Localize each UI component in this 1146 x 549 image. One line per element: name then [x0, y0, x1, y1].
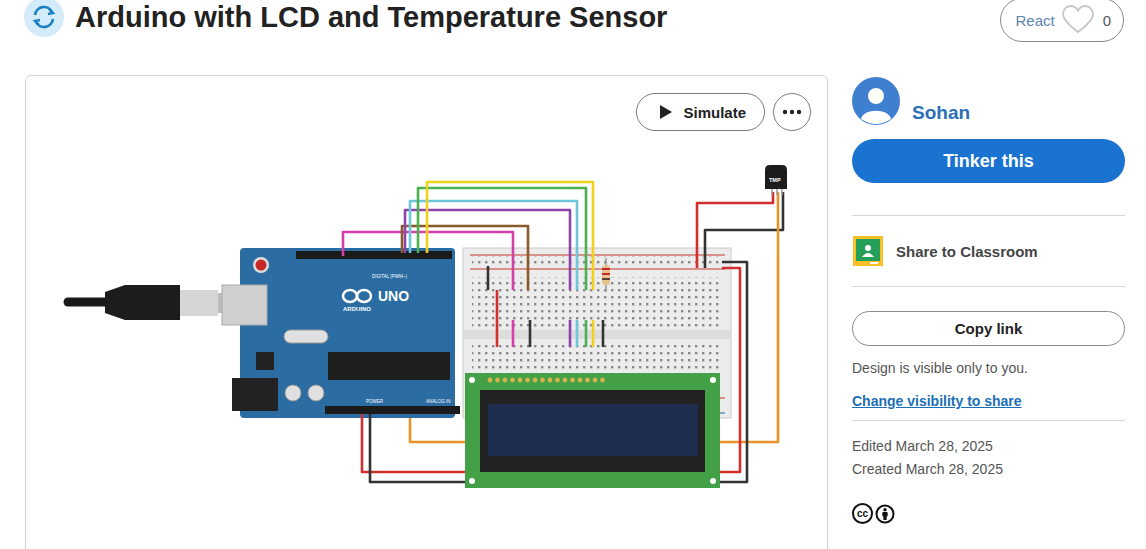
- sensor-label: TMP: [769, 177, 781, 183]
- heart-icon: [1061, 5, 1095, 35]
- simulate-label: Simulate: [683, 104, 746, 121]
- share-classroom[interactable]: Share to Classroom: [852, 216, 1125, 286]
- wire[interactable]: [585, 320, 588, 347]
- digital-label: DIGITAL (PWM~): [372, 274, 407, 279]
- license[interactable]: cc: [852, 503, 1125, 524]
- arduino-logo-icon: [343, 290, 371, 302]
- power-label: POWER: [366, 399, 384, 404]
- resistor[interactable]: [602, 258, 610, 292]
- circuit-canvas[interactable]: UNO ARDUINO DIGITAL (PWM~) POWER ANALOG IN TM…: [25, 75, 828, 549]
- wire[interactable]: [370, 262, 747, 482]
- temperature-sensor[interactable]: TMP: [765, 165, 787, 195]
- title-area: Arduino with LCD and Temperature Sensor: [24, 0, 667, 37]
- wire[interactable]: [405, 210, 570, 290]
- wire[interactable]: [576, 320, 579, 347]
- wire[interactable]: [720, 192, 778, 442]
- wire[interactable]: [705, 192, 783, 268]
- circuit-card: UNO ARDUINO DIGITAL (PWM~) POWER ANALOG IN TM…: [25, 75, 828, 549]
- wire[interactable]: [410, 201, 577, 290]
- visibility-link[interactable]: Change visibility to share: [852, 392, 1125, 410]
- author-name[interactable]: Sohan: [912, 102, 970, 124]
- remix-icon: [24, 0, 64, 37]
- project-page: Arduino with LCD and Temperature Sensor R…: [0, 0, 1146, 549]
- wire[interactable]: [592, 320, 595, 347]
- edited-date: Edited March 28, 2025: [852, 437, 1125, 455]
- tinker-button[interactable]: Tinker this: [852, 139, 1125, 183]
- sidebar: Sohan Tinker this Share to Classroom Copy l…: [852, 75, 1125, 524]
- divider: [852, 420, 1125, 421]
- more-dots-icon: [782, 109, 802, 115]
- canvas-toolbar: Simulate: [26, 76, 827, 131]
- arduino-board[interactable]: UNO ARDUINO DIGITAL (PWM~) POWER ANALOG IN: [222, 248, 460, 418]
- lcd-display[interactable]: [465, 373, 720, 488]
- wire[interactable]: [602, 320, 605, 347]
- divider: [852, 286, 1125, 287]
- wire[interactable]: [410, 418, 465, 442]
- react-label: React: [1015, 12, 1054, 29]
- wire[interactable]: [487, 266, 490, 290]
- share-label: Share to Classroom: [896, 243, 1038, 260]
- wire[interactable]: [427, 182, 593, 290]
- wire[interactable]: [569, 320, 572, 347]
- attribution-icon: [875, 504, 895, 524]
- wire[interactable]: [418, 188, 586, 290]
- divider: [852, 215, 1125, 216]
- react-button[interactable]: React 0: [1000, 0, 1124, 42]
- wire[interactable]: [496, 290, 499, 347]
- page-header: Arduino with LCD and Temperature Sensor R…: [0, 0, 1146, 75]
- cc-icon: cc: [852, 503, 873, 524]
- created-date: Created March 28, 2025: [852, 460, 1125, 478]
- copy-link-button[interactable]: Copy link: [852, 311, 1125, 346]
- wire[interactable]: [402, 226, 528, 290]
- classroom-icon: [852, 235, 884, 267]
- usb-cable: [68, 285, 244, 320]
- project-title: Arduino with LCD and Temperature Sensor: [75, 0, 667, 35]
- avatar-icon: [852, 77, 900, 125]
- wire[interactable]: [512, 320, 515, 347]
- author-row[interactable]: Sohan: [852, 77, 1125, 125]
- analog-label: ANALOG IN: [426, 399, 451, 404]
- react-count: 0: [1103, 12, 1111, 29]
- wire[interactable]: [362, 268, 740, 472]
- simulate-button[interactable]: Simulate: [636, 93, 765, 131]
- play-icon: [659, 104, 673, 120]
- board-model: UNO: [378, 288, 409, 304]
- wire[interactable]: [529, 320, 532, 347]
- visibility-note: Design is visible only to you.: [852, 359, 1125, 377]
- board-brand: ARDUINO: [343, 306, 371, 312]
- more-button[interactable]: [773, 93, 811, 131]
- page-body: UNO ARDUINO DIGITAL (PWM~) POWER ANALOG IN TM…: [0, 75, 1146, 549]
